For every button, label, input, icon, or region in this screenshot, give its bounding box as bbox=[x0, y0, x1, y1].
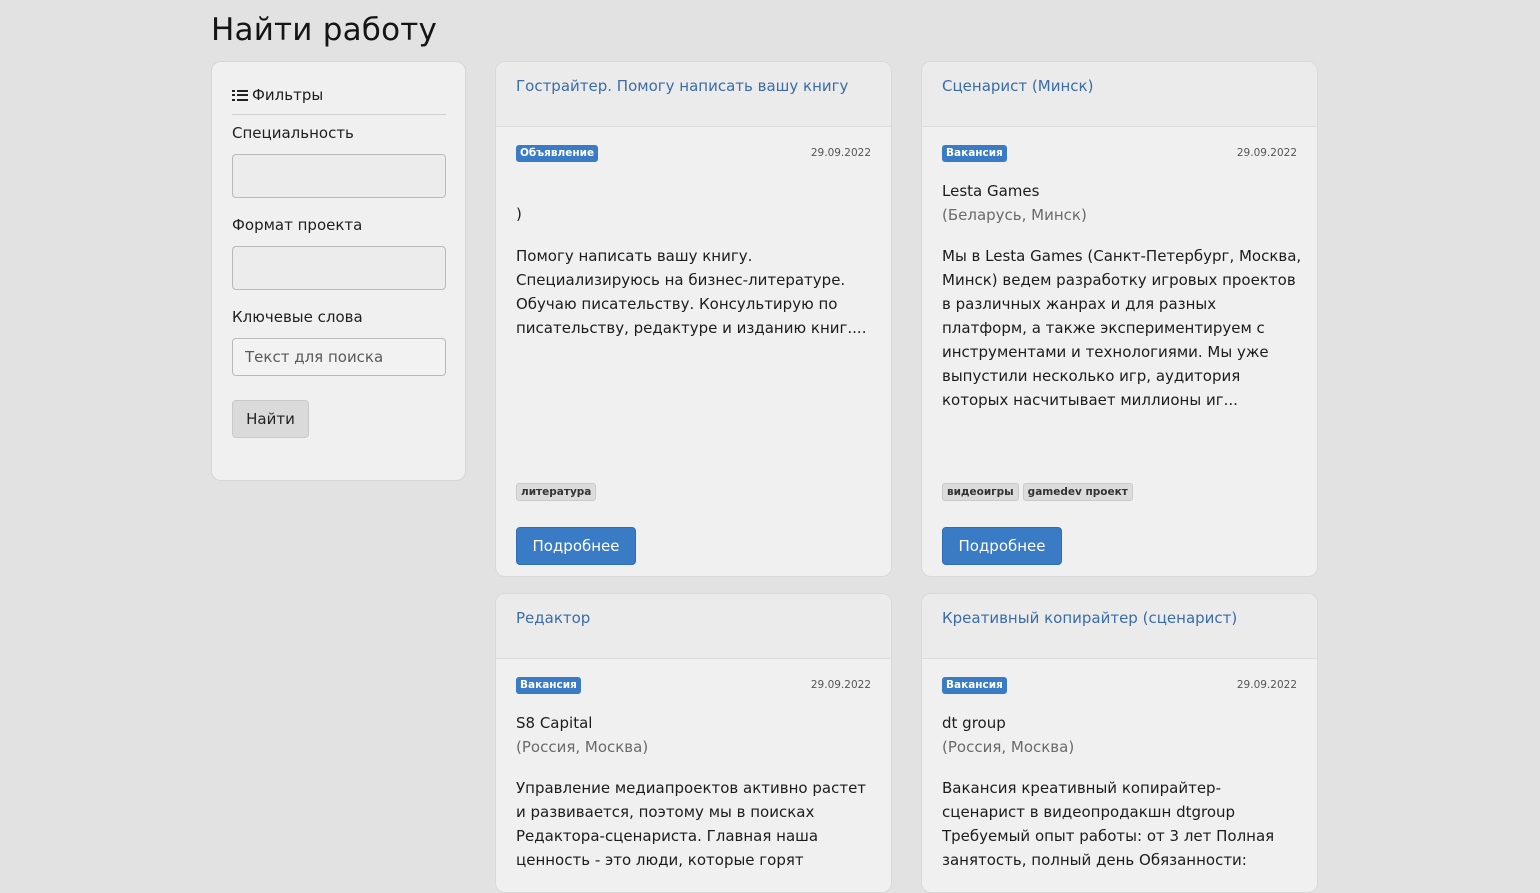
type-badge: Вакансия bbox=[942, 677, 1007, 694]
card-meta: Вакансия 29.09.2022 bbox=[516, 677, 871, 694]
company-location: (Россия, Москва) bbox=[942, 738, 1075, 756]
card-meta: Вакансия 29.09.2022 bbox=[942, 677, 1297, 694]
tag-list: литература bbox=[516, 483, 597, 501]
post-date: 29.09.2022 bbox=[810, 679, 871, 691]
card-meta: Объявление 29.09.2022 bbox=[516, 145, 871, 162]
specialty-select[interactable] bbox=[232, 154, 446, 198]
company-name: dt group bbox=[942, 714, 1006, 732]
tag[interactable]: видеоигры bbox=[942, 483, 1019, 501]
card-meta: Вакансия 29.09.2022 bbox=[942, 145, 1297, 162]
format-label: Формат проекта bbox=[232, 216, 363, 234]
post-date: 29.09.2022 bbox=[810, 147, 871, 159]
page-title: Найти работу bbox=[211, 12, 438, 48]
card-title-link[interactable]: Редактор bbox=[516, 609, 590, 627]
card-header: Сценарист (Минск) bbox=[922, 62, 1317, 127]
company-name: S8 Capital bbox=[516, 714, 593, 732]
specialty-label: Специальность bbox=[232, 124, 354, 142]
job-description: Мы в Lesta Games (Санкт-Петербург, Москв… bbox=[942, 247, 1302, 409]
type-badge: Вакансия bbox=[516, 677, 581, 694]
format-select[interactable] bbox=[232, 246, 446, 290]
job-card: Редактор Вакансия 29.09.2022 S8 Capital … bbox=[495, 593, 892, 893]
keywords-label: Ключевые слова bbox=[232, 308, 363, 326]
job-card: Сценарист (Минск) Вакансия 29.09.2022 Le… bbox=[921, 61, 1318, 577]
company-location: (Беларусь, Минск) bbox=[942, 206, 1087, 224]
job-description: Вакансия креативный копирайтер-сценарист… bbox=[942, 779, 1275, 869]
search-button[interactable]: Найти bbox=[232, 400, 309, 438]
type-badge: Объявление bbox=[516, 145, 599, 162]
company-name: Lesta Games bbox=[942, 182, 1040, 200]
list-icon bbox=[232, 89, 248, 102]
card-title-link[interactable]: Креативный копирайтер (сценарист) bbox=[942, 609, 1237, 627]
card-title-link[interactable]: Сценарист (Минск) bbox=[942, 77, 1093, 95]
tag-list: видеоигры gamedev проект bbox=[942, 483, 1133, 501]
filters-heading-label: Фильтры bbox=[252, 86, 324, 104]
post-date: 29.09.2022 bbox=[1236, 679, 1297, 691]
company-location: (Россия, Москва) bbox=[516, 738, 649, 756]
filters-heading: Фильтры bbox=[232, 82, 446, 115]
company-name: ) bbox=[516, 205, 522, 223]
details-button[interactable]: Подробнее bbox=[516, 527, 636, 565]
job-description: Помогу написать вашу книгу. Специализиру… bbox=[516, 247, 867, 337]
job-description: Управление медиапроектов активно растет … bbox=[516, 779, 867, 869]
filters-panel: Фильтры Специальность Формат проекта Клю… bbox=[211, 61, 466, 481]
card-header: Гострайтер. Помогу написать вашу книгу bbox=[496, 62, 891, 127]
job-card: Креативный копирайтер (сценарист) Ваканс… bbox=[921, 593, 1318, 893]
details-button[interactable]: Подробнее bbox=[942, 527, 1062, 565]
card-header: Редактор bbox=[496, 594, 891, 659]
post-date: 29.09.2022 bbox=[1236, 147, 1297, 159]
type-badge: Вакансия bbox=[942, 145, 1007, 162]
card-title-link[interactable]: Гострайтер. Помогу написать вашу книгу bbox=[516, 77, 848, 95]
tag[interactable]: gamedev проект bbox=[1022, 483, 1133, 501]
tag[interactable]: литература bbox=[516, 483, 597, 501]
job-card: Гострайтер. Помогу написать вашу книгу О… bbox=[495, 61, 892, 577]
card-header: Креативный копирайтер (сценарист) bbox=[922, 594, 1317, 659]
keywords-input[interactable] bbox=[232, 338, 446, 376]
